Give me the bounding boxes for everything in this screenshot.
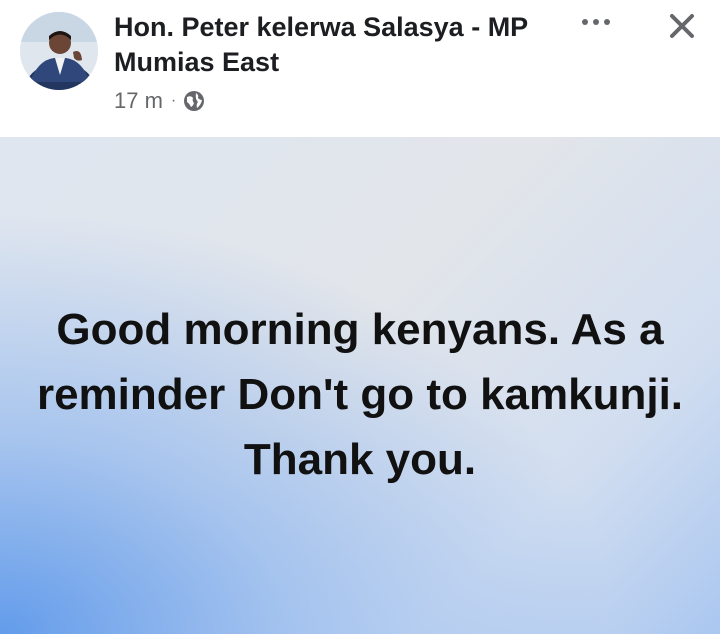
meta-separator: · bbox=[170, 92, 177, 109]
author-avatar[interactable] bbox=[20, 12, 98, 90]
post-background: Good morning kenyans. As a reminder Don'… bbox=[0, 137, 720, 634]
post-header: Hon. Peter kelerwa Salasya - MP Mumias E… bbox=[0, 0, 720, 137]
author-name[interactable]: Hon. Peter kelerwa Salasya - MP Mumias E… bbox=[114, 10, 569, 80]
close-icon bbox=[670, 14, 694, 38]
post-message: Good morning kenyans. As a reminder Don'… bbox=[36, 305, 684, 484]
close-button[interactable] bbox=[660, 6, 704, 46]
more-options-button[interactable] bbox=[574, 10, 618, 34]
more-horizontal-icon bbox=[582, 19, 610, 25]
author-photo bbox=[20, 12, 98, 90]
post-meta: 17 m · bbox=[114, 86, 205, 116]
post-timestamp[interactable]: 17 m bbox=[114, 88, 163, 114]
globe-icon[interactable] bbox=[183, 90, 205, 112]
